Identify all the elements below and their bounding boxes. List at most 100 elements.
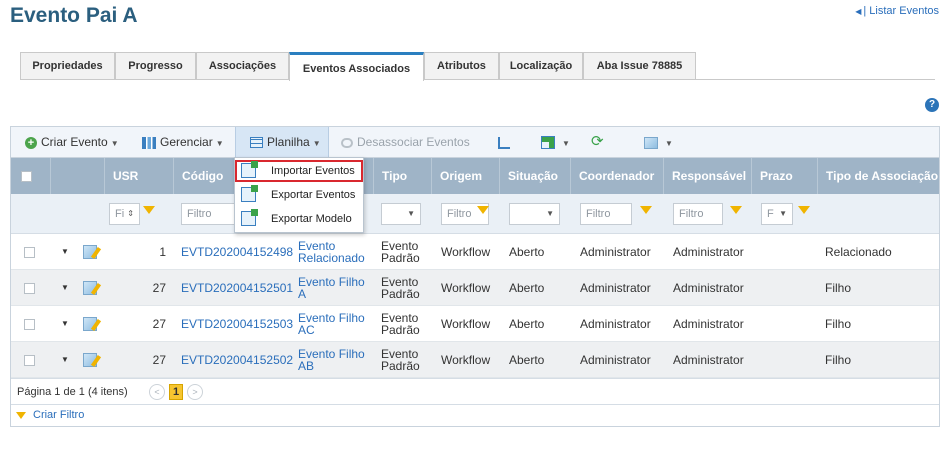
tab-progress[interactable]: Progresso: [115, 52, 196, 79]
events-grid: + Criar Evento ▼ Gerenciar ▼ Planilha ▼ Desa…: [10, 126, 940, 427]
type-cell: Evento Padrão: [381, 347, 420, 373]
header-deadline[interactable]: Prazo: [751, 158, 817, 194]
import-events-menu-item[interactable]: Importar Eventos: [235, 160, 363, 182]
title-cell[interactable]: Evento Filho AB: [298, 342, 368, 378]
list-events-link[interactable]: ◀ | Listar Eventos: [855, 5, 939, 17]
coordinator-filter-icon[interactable]: [640, 206, 652, 214]
type-cell: Evento Padrão: [381, 311, 420, 337]
export-icon: [241, 185, 258, 202]
header-association-type[interactable]: Tipo de Associação: [817, 158, 939, 194]
usr-cell: 27: [152, 281, 166, 295]
filter-icon: [16, 412, 26, 419]
tab-issue[interactable]: Aba Issue 78885: [583, 52, 696, 79]
responsible-filter-icon[interactable]: [730, 206, 742, 214]
code-filter-input[interactable]: Filtro: [181, 203, 235, 225]
create-event-label: Criar Evento: [41, 135, 108, 149]
stepper-icon: ⇕: [127, 209, 134, 218]
create-event-button[interactable]: + Criar Evento ▼: [25, 127, 119, 157]
deadline-filter-select[interactable]: F ▼: [761, 203, 793, 225]
type-filter-select[interactable]: ▼: [381, 203, 421, 225]
header-coordinator[interactable]: Coordenador: [570, 158, 663, 194]
header-origin[interactable]: Origem: [431, 158, 499, 194]
tab-location[interactable]: Localização: [499, 52, 583, 79]
code-cell[interactable]: EVTD202004152502: [181, 342, 293, 378]
tab-properties[interactable]: Propriedades: [20, 52, 115, 79]
edit-icon: [644, 136, 658, 149]
sheet-button[interactable]: Planilha ▼: [235, 127, 329, 157]
export-template-label: Exportar Modelo: [271, 213, 352, 225]
edit-icon[interactable]: [83, 245, 97, 259]
usr-filter-icon[interactable]: [143, 206, 155, 214]
row-checkbox[interactable]: [24, 246, 35, 258]
refresh-button[interactable]: ⟳: [591, 127, 604, 157]
table-header: USR Código Tipo Origem Situação Coordena…: [11, 158, 939, 194]
status-filter-select[interactable]: ▼: [509, 203, 560, 225]
usr-filter-input[interactable]: Fi ⇕: [109, 203, 140, 225]
responsible-filter-text: Filtro: [679, 208, 704, 220]
tab-associated-events[interactable]: Eventos Associados: [289, 52, 424, 81]
edit-icon[interactable]: [83, 353, 97, 367]
title-cell[interactable]: Evento Filho A: [298, 270, 368, 306]
coordinator-filter-input[interactable]: Filtro: [580, 203, 632, 225]
pager-text: Página 1 de 1 (4 itens): [17, 386, 128, 398]
select-all-cell: [11, 158, 50, 194]
edit-cell: [83, 342, 97, 378]
edit-cell: [83, 306, 97, 342]
expand-icon[interactable]: ▼: [61, 270, 69, 306]
sheet-menu: Importar Eventos Exportar Eventos Export…: [234, 157, 364, 233]
current-page-button[interactable]: 1: [169, 384, 183, 400]
row-checkbox[interactable]: [24, 354, 35, 366]
sheet-label: Planilha: [267, 135, 310, 149]
tab-attributes[interactable]: Atributos: [424, 52, 499, 79]
edit-icon[interactable]: [83, 281, 97, 295]
header-type[interactable]: Tipo: [373, 158, 431, 194]
manage-button[interactable]: Gerenciar ▼: [142, 127, 224, 157]
disassociate-events-button[interactable]: Desassociar Eventos: [341, 127, 470, 157]
table-row[interactable]: ▼ 27 EVTD202004152502 Evento Filho AB Ev…: [11, 342, 939, 378]
expand-icon[interactable]: ▼: [61, 234, 69, 270]
edit-icon[interactable]: [83, 317, 97, 331]
create-filter-link[interactable]: Criar Filtro: [33, 409, 84, 421]
table-row[interactable]: ▼ 1 EVTD202004152498 Evento Relacionado …: [11, 234, 939, 270]
code-cell[interactable]: EVTD202004152503: [181, 306, 293, 342]
coordinator-filter-text: Filtro: [586, 208, 611, 220]
chevron-down-icon: ▼: [779, 209, 787, 218]
chevron-down-icon: ▼: [562, 139, 570, 148]
origin-cell: Workflow: [441, 317, 491, 331]
row-checkbox[interactable]: [24, 282, 35, 294]
edit-cell: [83, 270, 97, 306]
next-page-button[interactable]: >: [187, 384, 203, 400]
select-all-checkbox[interactable]: [21, 171, 32, 183]
responsible-filter-input[interactable]: Filtro: [673, 203, 723, 225]
import-icon: [241, 161, 258, 178]
title-cell[interactable]: Evento Filho AC: [298, 306, 368, 342]
previous-page-button[interactable]: <: [149, 384, 165, 400]
header-responsible[interactable]: Responsável: [663, 158, 751, 194]
expand-icon[interactable]: ▼: [61, 342, 69, 378]
hierarchy-button[interactable]: [498, 127, 514, 157]
chevron-down-icon: ▼: [407, 209, 415, 218]
manage-icon: [142, 136, 156, 149]
code-cell[interactable]: EVTD202004152501: [181, 270, 293, 306]
bulk-edit-button[interactable]: ▼: [644, 127, 673, 157]
expand-icon[interactable]: ▼: [61, 306, 69, 342]
header-status[interactable]: Situação: [499, 158, 570, 194]
chevron-down-icon: ▼: [110, 139, 119, 148]
origin-cell: Workflow: [441, 281, 491, 295]
title-cell[interactable]: Evento Relacionado: [298, 234, 368, 270]
export-icon: [541, 136, 555, 150]
code-cell[interactable]: EVTD202004152498: [181, 234, 293, 270]
tab-associations[interactable]: Associações: [196, 52, 289, 79]
export-button[interactable]: ▼: [541, 127, 570, 157]
table-row[interactable]: ▼ 27 EVTD202004152503 Evento Filho AC Ev…: [11, 306, 939, 342]
table-row[interactable]: ▼ 27 EVTD202004152501 Evento Filho A Eve…: [11, 270, 939, 306]
header-usr[interactable]: USR: [104, 158, 173, 194]
help-icon[interactable]: ?: [925, 98, 939, 112]
import-events-label: Importar Eventos: [271, 165, 355, 177]
origin-filter-icon[interactable]: [477, 206, 489, 214]
deadline-filter-icon[interactable]: [798, 206, 810, 214]
export-events-menu-item[interactable]: Exportar Eventos: [235, 184, 363, 206]
row-checkbox[interactable]: [24, 318, 35, 330]
export-template-menu-item[interactable]: Exportar Modelo: [235, 208, 363, 230]
origin-cell: Workflow: [441, 353, 491, 367]
